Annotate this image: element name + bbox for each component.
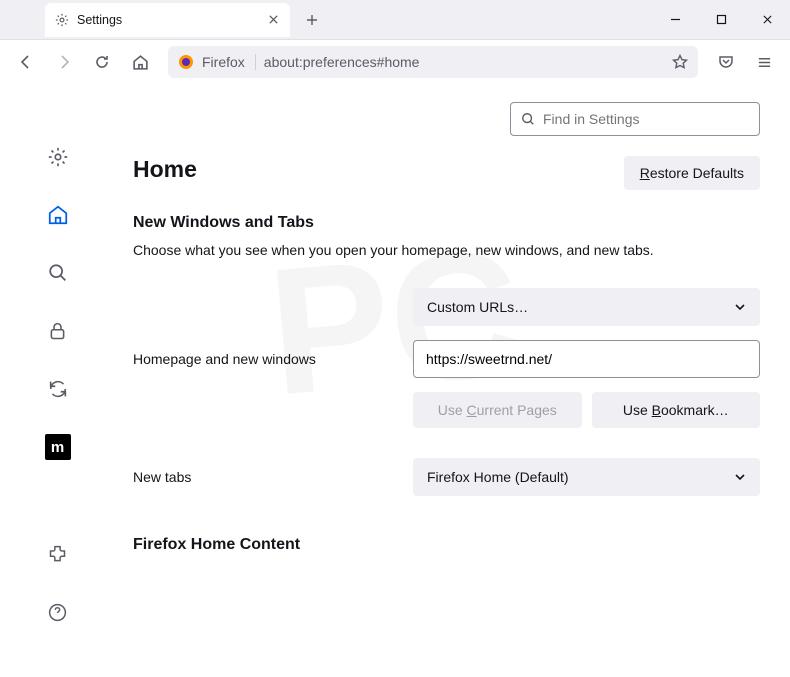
homepage-url-input[interactable] — [413, 340, 760, 378]
urlbar-url: about:preferences#home — [264, 54, 664, 70]
minimize-button[interactable] — [652, 0, 698, 40]
tab-title: Settings — [77, 13, 258, 27]
maximize-button[interactable] — [698, 0, 744, 40]
back-button[interactable] — [10, 46, 42, 78]
chevron-down-icon — [734, 471, 746, 483]
homepage-label: Homepage and new windows — [133, 351, 393, 367]
section-title-windows-tabs: New Windows and Tabs — [133, 214, 760, 232]
close-window-button[interactable] — [744, 0, 790, 40]
settings-search[interactable] — [510, 102, 760, 136]
sidebar-item-sync[interactable] — [40, 371, 76, 407]
menu-button[interactable] — [748, 46, 780, 78]
sidebar-item-privacy[interactable] — [40, 313, 76, 349]
homepage-mode-dropdown[interactable]: Custom URLs… — [413, 288, 760, 326]
urlbar-brand: Firefox — [202, 54, 256, 70]
sidebar-item-search[interactable] — [40, 255, 76, 291]
section-title-home-content: Firefox Home Content — [133, 536, 760, 554]
sidebar-item-extensions[interactable] — [40, 536, 76, 572]
browser-tab[interactable]: Settings — [45, 3, 290, 37]
bookmark-star-icon[interactable] — [672, 54, 688, 70]
content-area: m Home Restore Defaults New Windows and … — [0, 84, 790, 644]
restore-defaults-button[interactable]: Restore Defaults — [624, 156, 760, 190]
close-icon[interactable] — [266, 13, 280, 27]
sidebar-item-help[interactable] — [40, 594, 76, 630]
settings-search-input[interactable] — [543, 111, 749, 127]
main-panel: Home Restore Defaults New Windows and Ta… — [115, 84, 790, 644]
newtabs-dropdown[interactable]: Firefox Home (Default) — [413, 458, 760, 496]
new-tab-button[interactable] — [298, 6, 326, 34]
window-controls — [652, 0, 790, 40]
sidebar-item-home[interactable] — [40, 197, 76, 233]
use-current-pages-button: Use Current Pages — [413, 392, 582, 428]
titlebar: Settings — [0, 0, 790, 40]
sidebar: m — [0, 84, 115, 644]
search-icon — [521, 112, 535, 126]
url-bar[interactable]: Firefox about:preferences#home — [168, 46, 698, 78]
reload-button[interactable] — [86, 46, 118, 78]
gear-icon — [55, 13, 69, 27]
firefox-icon — [178, 54, 194, 70]
sidebar-item-mozilla[interactable]: m — [40, 429, 76, 465]
toolbar: Firefox about:preferences#home — [0, 40, 790, 84]
sidebar-item-general[interactable] — [40, 139, 76, 175]
home-button[interactable] — [124, 46, 156, 78]
section-desc: Choose what you see when you open your h… — [133, 242, 760, 258]
newtabs-label: New tabs — [133, 469, 393, 485]
chevron-down-icon — [734, 301, 746, 313]
pocket-button[interactable] — [710, 46, 742, 78]
dropdown-value: Custom URLs… — [427, 299, 528, 315]
use-bookmark-button[interactable]: Use Bookmark… — [592, 392, 761, 428]
page-heading: Home — [133, 156, 197, 183]
forward-button — [48, 46, 80, 78]
dropdown-value: Firefox Home (Default) — [427, 469, 569, 485]
mozilla-icon: m — [45, 434, 71, 460]
